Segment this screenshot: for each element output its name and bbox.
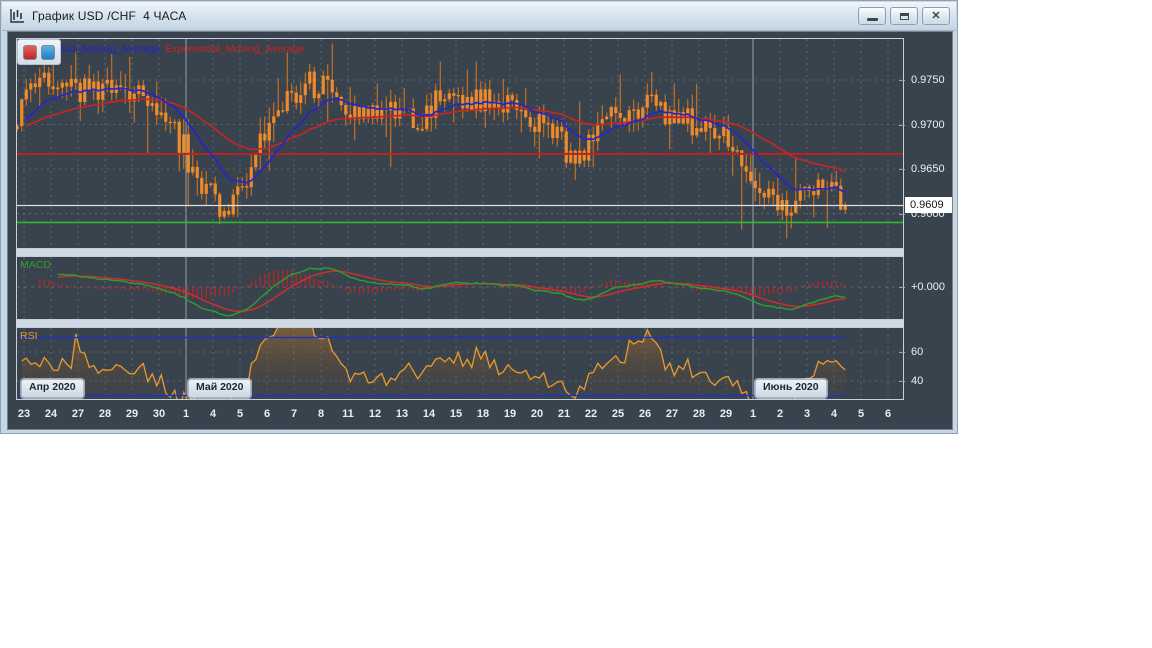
- time-axis-label: 28: [98, 408, 112, 420]
- value-axis-margin: 0.9750 0.9700 0.9650 0.9600 +0.000 60 40 0.9609: [898, 32, 952, 402]
- minimize-icon: [866, 18, 878, 21]
- current-price-box: 0.9609: [905, 197, 952, 214]
- time-axis-label: 4: [830, 408, 838, 420]
- time-axis-label: 25: [611, 408, 625, 420]
- time-axis-label: 1: [749, 408, 757, 420]
- panels-column: Exponential_Moving_Average Exponential_M…: [16, 38, 904, 400]
- time-axis-label: 18: [476, 408, 490, 420]
- time-axis-label: 19: [503, 408, 517, 420]
- minimize-button[interactable]: [858, 7, 886, 25]
- axis-tick: [899, 169, 905, 170]
- month-label: Апр 2020: [21, 379, 84, 398]
- time-axis: 23 24 27 28 29 30 1 4 5 6 7 8 11 12 13 14 15 18 19 20 21 22 25…: [8, 402, 952, 429]
- time-axis-label: 27: [71, 408, 85, 420]
- time-axis-label: 5: [857, 408, 865, 420]
- time-axis-label: 5: [236, 408, 244, 420]
- time-axis-label: 3: [803, 408, 811, 420]
- time-axis-label: 20: [530, 408, 544, 420]
- chart-window-icon: [8, 7, 26, 25]
- price-panel[interactable]: Exponential_Moving_Average Exponential_M…: [16, 38, 904, 249]
- close-icon: ✕: [931, 9, 941, 22]
- candles-group: [17, 43, 847, 239]
- chart-window: График USD /CHF 4 ЧАСА ✕ Exponential_Mov…: [0, 0, 958, 434]
- time-axis-label: 6: [263, 408, 271, 420]
- window-title: График USD /CHF 4 ЧАСА: [32, 9, 187, 23]
- time-axis-label: 6: [884, 408, 892, 420]
- red-color-button[interactable]: [23, 44, 37, 60]
- time-axis-label: 8: [317, 408, 325, 420]
- chart-client-area: Exponential_Moving_Average Exponential_M…: [7, 31, 953, 430]
- time-axis-label: 22: [584, 408, 598, 420]
- time-axis-label: 2: [776, 408, 784, 420]
- time-axis-label: 27: [665, 408, 679, 420]
- rsi-panel[interactable]: RSI Апр 2020 Май 2020 Июнь 2020: [16, 327, 904, 400]
- month-label: Июнь 2020: [755, 379, 827, 398]
- time-axis-label: 12: [368, 408, 382, 420]
- time-axis-label: 21: [557, 408, 571, 420]
- title-bar[interactable]: График USD /CHF 4 ЧАСА ✕: [2, 2, 956, 31]
- restore-icon: [899, 12, 909, 20]
- window-controls: ✕: [858, 7, 950, 25]
- time-axis-label: 26: [638, 408, 652, 420]
- time-axis-label: 14: [422, 408, 436, 420]
- time-axis-label: 29: [719, 408, 733, 420]
- time-axis-label: 13: [395, 408, 409, 420]
- time-axis-label: 28: [692, 408, 706, 420]
- restore-button[interactable]: [890, 7, 918, 25]
- time-axis-label: 11: [342, 408, 354, 420]
- legend-ema-slow: Exponential_Moving_Average: [165, 43, 305, 55]
- axis-tick: [899, 80, 905, 81]
- close-button[interactable]: ✕: [922, 7, 950, 25]
- macd-main-line: [57, 267, 846, 317]
- axis-tick: [899, 124, 905, 126]
- month-label: Май 2020: [188, 379, 252, 398]
- axis-tick: [899, 213, 905, 215]
- time-axis-label: 15: [449, 408, 463, 420]
- time-axis-label: 24: [44, 408, 58, 420]
- time-axis-label: 7: [290, 408, 298, 420]
- time-axis-label: 1: [182, 408, 190, 420]
- desktop-background: График USD /CHF 4 ЧАСА ✕ Exponential_Mov…: [0, 0, 1152, 648]
- time-axis-label: 30: [152, 408, 166, 420]
- axis-tick: [899, 287, 905, 288]
- indicator-toolbox: [17, 39, 61, 65]
- main-chart-svg[interactable]: [17, 39, 903, 248]
- macd-panel[interactable]: MACD: [16, 256, 904, 320]
- macd-svg[interactable]: [17, 257, 903, 319]
- time-axis-label: 23: [17, 408, 31, 420]
- time-axis-label: 29: [125, 408, 139, 420]
- macd-label: MACD: [20, 259, 51, 271]
- blue-color-button[interactable]: [41, 44, 55, 60]
- time-axis-label: 4: [209, 408, 217, 420]
- month-labels-layer: Апр 2020 Май 2020 Июнь 2020: [17, 328, 903, 399]
